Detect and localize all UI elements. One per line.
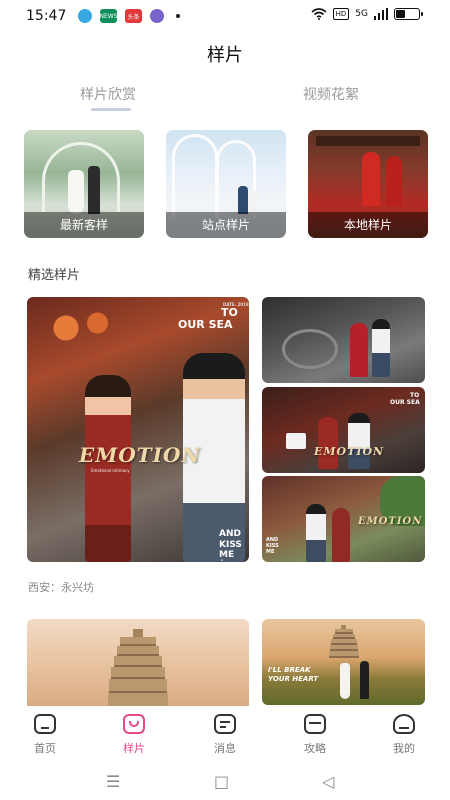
overlay-me: ME [266,549,275,555]
gallery-2-thumb[interactable]: I'LL BREAK YOUR HEART [262,619,425,705]
tab-videos[interactable]: 视频花絮 [303,84,359,104]
status-bar: 15:47 NEWS 头条 HD 5G [0,0,450,32]
toutiao-app-icon: 头条 [125,9,142,23]
featured-thumb-2[interactable]: TO OUR SEA EMOTION [262,387,425,473]
bride-figure-image [362,152,380,206]
featured-thumb-1[interactable] [262,297,425,383]
overlay-our-sea: OUR SEA [390,399,420,406]
nav-label: 样片 [123,742,145,755]
nav-item-messages[interactable]: 消息 [195,714,255,756]
browser-app-icon [78,9,92,23]
groom-figure-image [360,661,369,699]
temple-roof-image [316,136,420,146]
status-app-icons: NEWS 头条 [78,9,180,23]
status-indicators: HD 5G [311,8,423,20]
woman-figure-image [318,417,338,469]
man-figure-image [348,413,370,469]
category-card-local[interactable]: 本地样片 [308,130,428,238]
purple-app-icon [150,9,164,23]
tab-indicator [91,108,131,111]
groom-figure-image [238,186,248,214]
nav-item-profile[interactable]: 我的 [374,714,434,756]
profile-icon [393,714,415,734]
home-button-icon[interactable]: □ [214,772,229,791]
overlay-to: TO [221,306,238,319]
signal-icon [374,8,388,20]
section-title: 精选样片 [28,268,81,283]
gallery-2-main-photo[interactable] [27,619,249,709]
page-title: 样片 [207,45,243,66]
overlay-emotion: EMOTION [358,516,423,527]
tab-samples[interactable]: 样片欣赏 [80,84,136,104]
location-label: 西安：永兴坊 [28,581,94,594]
man-figure-image [372,319,390,377]
category-label: 本地样片 [308,212,428,238]
category-card-station[interactable]: 站点样片 [166,130,286,238]
bottom-navigation: 首页 样片 消息 攻略 我的 [0,706,450,762]
notification-dot-icon [176,14,180,18]
groom-figure-image [88,166,100,214]
overlay-caption: Emotional intimacy [91,468,130,473]
content-tabs: 样片欣赏 视频花絮 [0,84,450,114]
overlay-break: I'LL BREAK [268,666,311,674]
overlay-kiss: KISS [219,540,242,550]
bride-figure-image [68,170,84,214]
white-arch-image [172,134,218,218]
overlay-emotion: EMOTION [79,443,201,467]
bride-figure-image [250,190,259,214]
woman-figure-image [332,508,350,562]
menu-icon[interactable]: ☰ [106,772,120,791]
overlay-tiny: x [221,558,223,562]
overlay-and: AND [219,529,241,539]
category-label: 站点样片 [166,212,286,238]
nav-label: 首页 [34,742,56,755]
wifi-icon [311,8,327,20]
news-app-icon: NEWS [99,9,118,23]
category-cards: 最新客样 站点样片 本地样片 [24,130,428,238]
message-icon [214,714,236,734]
status-time: 15:47 [26,8,67,24]
nav-item-home[interactable]: 首页 [15,714,75,756]
sample-icon [123,714,145,734]
nav-label: 我的 [393,742,415,755]
nav-item-samples[interactable]: 样片 [104,714,164,756]
guide-icon [304,714,326,734]
nav-label: 攻略 [304,742,326,755]
nav-item-guide[interactable]: 攻略 [285,714,345,756]
system-navigation-bar: ☰ □ ◁ [0,762,450,800]
nav-label: 消息 [214,742,236,755]
home-icon [34,714,56,734]
woman-figure-image [350,323,368,377]
featured-thumb-3[interactable]: EMOTION AND KISS ME [262,476,425,562]
man-figure-image [306,504,326,562]
signal-label: 5G [355,9,368,19]
battery-fill [396,10,405,18]
pagoda-image [328,625,359,658]
overlay-emotion: EMOTION [314,445,385,458]
featured-main-photo[interactable]: DATE. 2019 TO OUR SEA EMOTION Emotional … [27,297,249,562]
cart-wheel-image [282,329,338,369]
lanterns-image [39,303,129,353]
groom-figure-image [386,156,402,206]
back-icon[interactable]: ◁ [322,772,334,791]
sign-image [286,433,306,449]
pagoda-image [108,629,168,709]
overlay-heart: YOUR HEART [268,675,319,683]
category-label: 最新客样 [24,212,144,238]
battery-icon [394,8,423,20]
bride-figure-image [340,663,350,699]
overlay-our-sea: OUR SEA [178,318,233,331]
category-card-latest[interactable]: 最新客样 [24,130,144,238]
featured-gallery: DATE. 2019 TO OUR SEA EMOTION Emotional … [27,297,425,562]
hd-icon: HD [332,8,350,20]
